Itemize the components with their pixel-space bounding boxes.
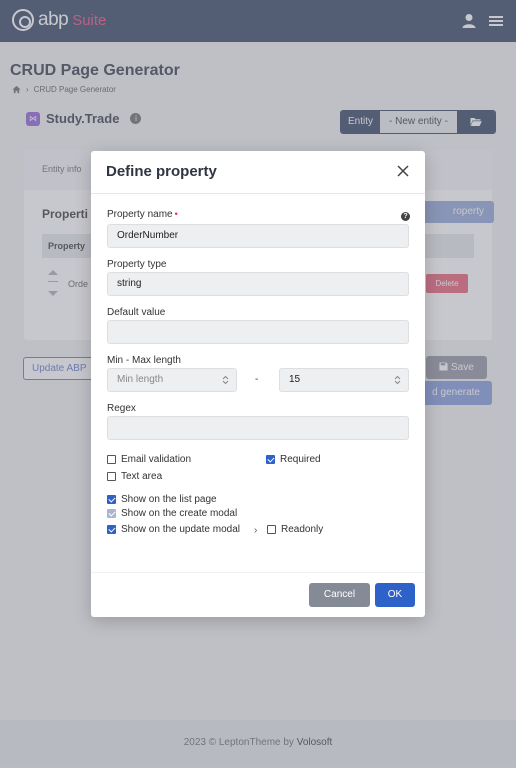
modal-title: Define property <box>106 163 217 180</box>
property-type-label: Property type <box>107 259 167 270</box>
checkbox-box[interactable] <box>266 455 275 464</box>
email-validation-checkbox[interactable]: Email validation <box>107 454 191 465</box>
stepper-icon[interactable] <box>394 375 401 385</box>
default-value-input[interactable] <box>107 320 409 344</box>
regex-input[interactable] <box>107 416 409 440</box>
checkbox-label: Show on the list page <box>121 494 217 505</box>
required-mark: • <box>174 209 178 219</box>
modal-footer-divider <box>91 572 425 573</box>
checkbox-box[interactable] <box>107 455 116 464</box>
default-value-label: Default value <box>107 307 166 318</box>
checkbox-box[interactable] <box>267 525 276 534</box>
required-checkbox[interactable]: Required <box>266 454 321 465</box>
max-length-value: 15 <box>289 374 301 385</box>
max-length-input[interactable]: 15 <box>279 368 409 392</box>
checkbox-label: Readonly <box>281 524 324 535</box>
checkbox-label: Required <box>280 454 321 465</box>
ok-button[interactable]: OK <box>375 583 415 607</box>
property-name-label-text: Property name <box>107 209 173 220</box>
checkbox-box[interactable] <box>107 495 116 504</box>
checkbox-box[interactable] <box>107 509 116 518</box>
show-on-update-modal-checkbox[interactable]: Show on the update modal <box>107 524 240 535</box>
chevron-right-icon: › <box>254 525 258 536</box>
checkbox-box[interactable] <box>107 525 116 534</box>
stepper-icon[interactable] <box>222 375 229 385</box>
min-length-input[interactable]: Min length <box>107 368 237 392</box>
close-icon[interactable] <box>396 164 410 178</box>
show-on-list-page-checkbox[interactable]: Show on the list page <box>107 494 217 505</box>
modal-header-divider <box>91 193 425 194</box>
range-dash: - <box>255 374 259 385</box>
min-max-length-label: Min - Max length <box>107 355 181 366</box>
checkbox-label: Email validation <box>121 454 192 465</box>
help-icon[interactable]: ? <box>401 212 410 221</box>
define-property-modal: Define property Property name • ? OrderNu… <box>91 151 425 617</box>
text-area-checkbox[interactable]: Text area <box>107 471 162 482</box>
min-length-placeholder: Min length <box>117 374 164 385</box>
property-name-label: Property name • <box>107 209 178 220</box>
checkbox-label: Show on the update modal <box>121 524 240 535</box>
checkbox-label: Show on the create modal <box>121 508 238 519</box>
readonly-checkbox[interactable]: Readonly <box>267 524 323 535</box>
property-name-input[interactable]: OrderNumber <box>107 224 409 248</box>
regex-label: Regex <box>107 403 136 414</box>
property-type-select[interactable]: string <box>107 272 409 296</box>
cancel-button[interactable]: Cancel <box>309 583 370 607</box>
show-on-create-modal-checkbox[interactable]: Show on the create modal <box>107 508 237 519</box>
checkbox-box[interactable] <box>107 472 116 481</box>
checkbox-label: Text area <box>121 471 163 482</box>
